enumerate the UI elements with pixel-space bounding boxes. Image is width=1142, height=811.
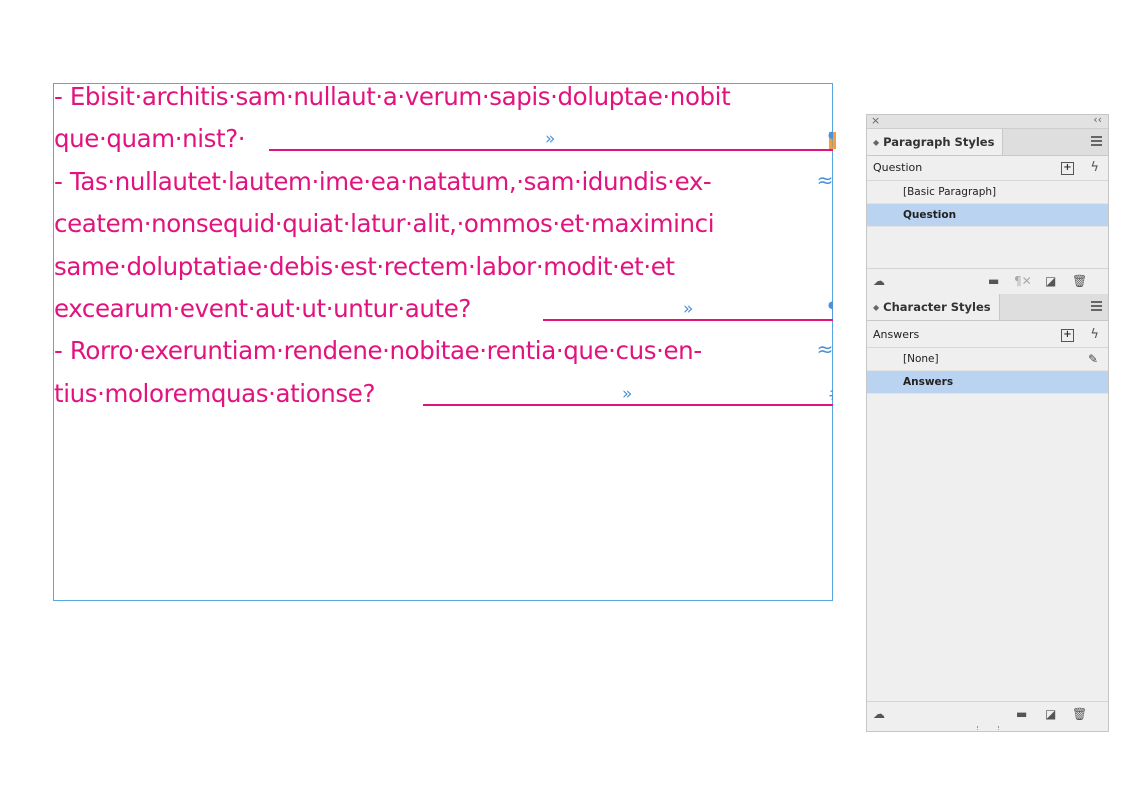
tab-character-styles[interactable]: ◆ Character Styles <box>867 294 1000 320</box>
text-line-content: ceatem·nonsequid·quiat·latur·alit,·ommos… <box>54 209 715 239</box>
text-line-content: - Ebisit·architis·sam·nullaut·a·verum·sa… <box>54 82 731 111</box>
cloud-library-icon[interactable]: ☁ <box>873 274 885 288</box>
text-line: - Tas·nullautet·lautem·ime·ea·natatum,·s… <box>54 161 833 203</box>
style-label: [Basic Paragraph] <box>903 186 997 198</box>
character-style-header: Answers + ϟ <box>867 324 1108 346</box>
paragraph-styles-tabbar: ◆ Paragraph Styles <box>867 129 1108 156</box>
panel-titlebar[interactable]: × ‹‹ <box>867 113 1108 129</box>
style-label: Answers <box>903 376 954 388</box>
tab-toggle-icon[interactable]: ◆ <box>873 138 879 147</box>
styles-panel: × ‹‹ ◆ Paragraph Styles Question + ϟ [Bas… <box>866 113 1109 732</box>
text-line-content: same·doluptatiae·debis·est·rectem·labor·… <box>54 251 675 281</box>
text-line-content: - Rorro·exeruntiam·rendene·nobitae·renti… <box>54 336 702 366</box>
text-line: tius·moloremquas·ationse? » # <box>54 373 833 415</box>
list-item[interactable]: Answers <box>867 371 1108 394</box>
style-label: Question <box>903 209 957 221</box>
paragraph-style-list: [Basic Paragraph] Question <box>867 180 1108 269</box>
folder-icon[interactable]: ▬ <box>1016 707 1027 721</box>
current-paragraph-style: Question <box>873 161 923 174</box>
character-styles-footer: ☁ ▬ ◪ 🗑 <box>867 701 1108 726</box>
end-of-story-icon: # <box>828 373 833 415</box>
discretionary-hyphen-icon: ≈ <box>816 167 833 192</box>
text-line: excearum·event·aut·ut·untur·aute? » ¶ <box>54 288 833 330</box>
paragraph-styles-footer: ☁ ▬ ¶✕ ◪ 🗑 <box>867 268 1108 293</box>
discretionary-hyphen-icon: ≈ <box>816 337 833 362</box>
cloud-library-icon[interactable]: ☁ <box>873 707 885 721</box>
collapse-icon[interactable]: ‹‹ <box>1093 113 1102 126</box>
text-line-content: - Tas·nullautet·lautem·ime·ea·natatum,·s… <box>54 166 712 196</box>
resize-grip[interactable] <box>977 726 999 730</box>
text-line: - Rorro·exeruntiam·rendene·nobitae·renti… <box>54 330 833 372</box>
folder-icon[interactable]: ▬ <box>988 274 999 288</box>
tab-marker-icon: » <box>545 129 556 150</box>
tab-label: Character Styles <box>883 300 991 314</box>
character-styles-tabbar: ◆ Character Styles <box>867 294 1108 321</box>
quick-apply-icon[interactable]: ϟ <box>1090 157 1099 179</box>
quick-apply-icon[interactable]: ϟ <box>1090 324 1099 346</box>
text-line-content: excearum·event·aut·ut·untur·aute? <box>54 293 472 323</box>
tab-marker-icon: » <box>683 298 694 319</box>
panel-menu-icon[interactable] <box>1091 136 1102 146</box>
pilcrow-icon: ¶ <box>827 118 833 160</box>
list-item[interactable]: Question <box>867 204 1108 227</box>
paragraph-style-header: Question + ϟ <box>867 157 1108 179</box>
list-item[interactable]: [Basic Paragraph] <box>867 181 1108 204</box>
pencil-icon: ✎ <box>1087 352 1098 366</box>
tab-toggle-icon[interactable]: ◆ <box>873 303 879 312</box>
new-style-icon[interactable]: ◪ <box>1045 707 1056 721</box>
text-line: same·doluptatiae·debis·est·rectem·labor·… <box>54 246 833 288</box>
tab-marker-icon: » <box>622 383 633 404</box>
trash-icon[interactable]: 🗑 <box>1072 707 1087 721</box>
text-line: que·quam·nist?· » ¶ <box>54 118 833 160</box>
list-item[interactable]: [None] ✎ <box>867 348 1108 371</box>
tab-label: Paragraph Styles <box>883 135 995 149</box>
clear-overrides-icon[interactable]: ¶✕ <box>1014 274 1032 288</box>
panel-menu-icon[interactable] <box>1091 301 1102 311</box>
pilcrow-icon: ¶ <box>827 288 833 330</box>
text-line-content: tius·moloremquas·ationse? <box>54 378 376 408</box>
close-icon[interactable]: × <box>871 114 880 127</box>
text-line: - Ebisit·architis·sam·nullaut·a·verum·sa… <box>54 76 833 118</box>
new-style-icon[interactable]: ◪ <box>1045 274 1056 288</box>
new-style-group-icon[interactable]: + <box>1061 162 1074 175</box>
current-character-style: Answers <box>873 328 920 341</box>
text-line: ceatem·nonsequid·quiat·latur·alit,·ommos… <box>54 203 833 245</box>
story-text[interactable]: - Ebisit·architis·sam·nullaut·a·verum·sa… <box>54 76 833 415</box>
trash-icon[interactable]: 🗑 <box>1072 274 1087 288</box>
new-style-group-icon[interactable]: + <box>1061 329 1074 342</box>
character-style-list: [None] ✎ Answers <box>867 347 1108 703</box>
text-line-content: que·quam·nist?· <box>54 124 246 154</box>
style-label: [None] <box>903 353 939 365</box>
tab-paragraph-styles[interactable]: ◆ Paragraph Styles <box>867 129 1004 155</box>
